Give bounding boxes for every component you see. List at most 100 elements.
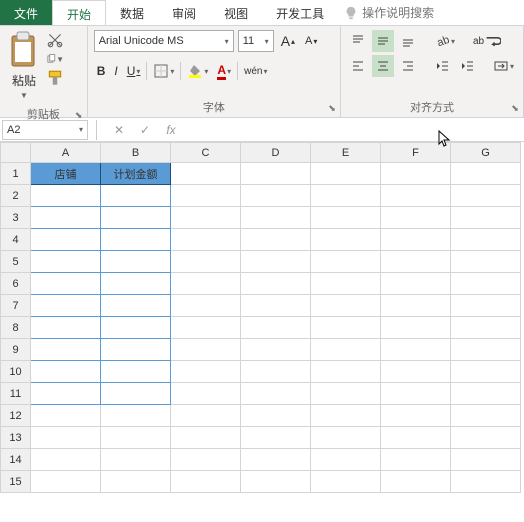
cell-C5[interactable] [171, 251, 241, 273]
cell-F11[interactable] [381, 383, 451, 405]
spreadsheet-grid[interactable]: ABCDEFG1店铺计划金额23456789101112131415 [0, 142, 524, 493]
tab-home[interactable]: 开始 [52, 0, 106, 25]
cell-F3[interactable] [381, 207, 451, 229]
cell-C6[interactable] [171, 273, 241, 295]
cell-C11[interactable] [171, 383, 241, 405]
cell-E4[interactable] [311, 229, 381, 251]
row-header-15[interactable]: 15 [1, 471, 31, 493]
cell-F5[interactable] [381, 251, 451, 273]
cell-D1[interactable] [241, 163, 311, 185]
cell-A10[interactable] [31, 361, 101, 383]
font-expand-icon[interactable]: ⬊ [326, 103, 338, 115]
cell-A9[interactable] [31, 339, 101, 361]
align-right-button[interactable] [397, 55, 419, 77]
cell-D9[interactable] [241, 339, 311, 361]
select-all-corner[interactable] [1, 143, 31, 163]
cell-G15[interactable] [451, 471, 521, 493]
tab-review[interactable]: 审阅 [158, 0, 210, 25]
cell-G3[interactable] [451, 207, 521, 229]
cell-B1[interactable]: 计划金额 [101, 163, 171, 185]
cell-E2[interactable] [311, 185, 381, 207]
copy-button[interactable]: ▼ [46, 51, 64, 67]
paste-dropdown[interactable]: ▼ [20, 91, 28, 100]
cell-B14[interactable] [101, 449, 171, 471]
cancel-formula-icon[interactable]: ✕ [111, 123, 127, 137]
row-header-13[interactable]: 13 [1, 427, 31, 449]
row-header-10[interactable]: 10 [1, 361, 31, 383]
decrease-font-button[interactable]: A▾ [302, 30, 320, 52]
cell-G4[interactable] [451, 229, 521, 251]
cell-E7[interactable] [311, 295, 381, 317]
col-header-D[interactable]: D [241, 143, 311, 163]
cell-B4[interactable] [101, 229, 171, 251]
cell-E13[interactable] [311, 427, 381, 449]
tab-developer[interactable]: 开发工具 [262, 0, 338, 25]
cell-G11[interactable] [451, 383, 521, 405]
cell-C4[interactable] [171, 229, 241, 251]
row-header-12[interactable]: 12 [1, 405, 31, 427]
cell-E12[interactable] [311, 405, 381, 427]
cell-G6[interactable] [451, 273, 521, 295]
merge-button[interactable]: ▾ [490, 55, 517, 77]
tell-me[interactable]: 操作说明搜索 [338, 0, 440, 25]
cell-B11[interactable] [101, 383, 171, 405]
orientation-button[interactable]: ab▾ [431, 30, 458, 52]
cell-G10[interactable] [451, 361, 521, 383]
row-header-5[interactable]: 5 [1, 251, 31, 273]
row-header-1[interactable]: 1 [1, 163, 31, 185]
row-header-14[interactable]: 14 [1, 449, 31, 471]
cell-G12[interactable] [451, 405, 521, 427]
cell-E9[interactable] [311, 339, 381, 361]
cell-G2[interactable] [451, 185, 521, 207]
cell-F6[interactable] [381, 273, 451, 295]
cell-E5[interactable] [311, 251, 381, 273]
font-color-button[interactable]: A▾ [214, 60, 234, 82]
cell-C15[interactable] [171, 471, 241, 493]
col-header-B[interactable]: B [101, 143, 171, 163]
cell-F4[interactable] [381, 229, 451, 251]
cell-A7[interactable] [31, 295, 101, 317]
cell-E15[interactable] [311, 471, 381, 493]
underline-button[interactable]: U▾ [124, 60, 144, 82]
cell-B12[interactable] [101, 405, 171, 427]
cell-B8[interactable] [101, 317, 171, 339]
cell-D14[interactable] [241, 449, 311, 471]
align-middle-button[interactable] [372, 30, 394, 52]
row-header-2[interactable]: 2 [1, 185, 31, 207]
cell-B7[interactable] [101, 295, 171, 317]
cell-A4[interactable] [31, 229, 101, 251]
cell-A12[interactable] [31, 405, 101, 427]
cell-C1[interactable] [171, 163, 241, 185]
cell-D8[interactable] [241, 317, 311, 339]
cell-D11[interactable] [241, 383, 311, 405]
cell-B10[interactable] [101, 361, 171, 383]
cell-C2[interactable] [171, 185, 241, 207]
cell-F7[interactable] [381, 295, 451, 317]
cell-E14[interactable] [311, 449, 381, 471]
enter-formula-icon[interactable]: ✓ [137, 123, 153, 137]
row-header-6[interactable]: 6 [1, 273, 31, 295]
italic-button[interactable]: I [111, 60, 120, 82]
cell-G14[interactable] [451, 449, 521, 471]
cell-D6[interactable] [241, 273, 311, 295]
cell-B5[interactable] [101, 251, 171, 273]
phonetic-guide-button[interactable]: wén▾ [241, 60, 270, 82]
cell-D7[interactable] [241, 295, 311, 317]
cell-B15[interactable] [101, 471, 171, 493]
cell-G5[interactable] [451, 251, 521, 273]
align-left-button[interactable] [347, 55, 369, 77]
cut-button[interactable] [46, 32, 64, 48]
cell-D5[interactable] [241, 251, 311, 273]
cell-F15[interactable] [381, 471, 451, 493]
cell-C14[interactable] [171, 449, 241, 471]
cell-D4[interactable] [241, 229, 311, 251]
cell-A8[interactable] [31, 317, 101, 339]
align-expand-icon[interactable]: ⬊ [509, 103, 521, 115]
cell-D2[interactable] [241, 185, 311, 207]
decrease-indent-button[interactable] [431, 55, 453, 77]
cell-E8[interactable] [311, 317, 381, 339]
cell-F9[interactable] [381, 339, 451, 361]
cell-A1[interactable]: 店铺 [31, 163, 101, 185]
col-header-G[interactable]: G [451, 143, 521, 163]
cell-F2[interactable] [381, 185, 451, 207]
